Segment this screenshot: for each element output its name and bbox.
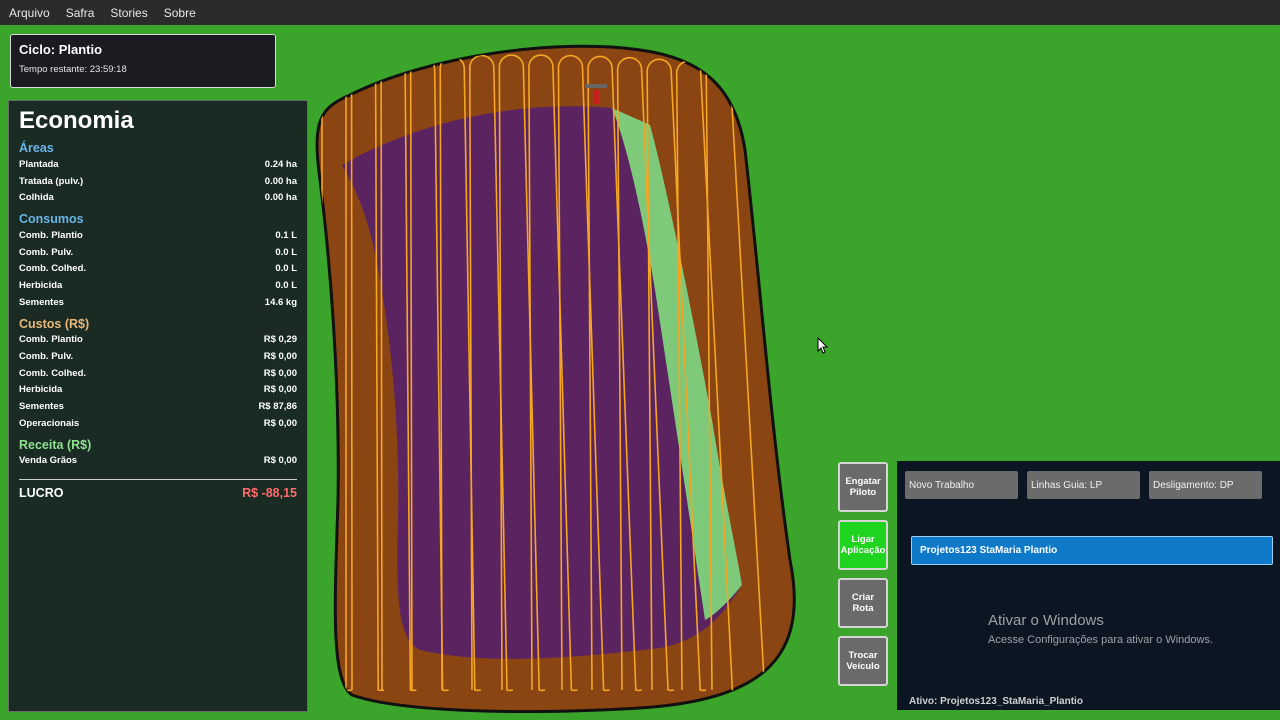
guide-lines-button[interactable]: Linhas Guia: LP (1027, 471, 1140, 499)
menu-safra[interactable]: Safra (66, 6, 95, 20)
menu-sobre[interactable]: Sobre (164, 6, 196, 20)
economy-row: Venda Grãos R$ 0,00 (19, 453, 297, 470)
row-label: Comb. Plantio (19, 229, 83, 241)
row-value: 0.1 L (275, 229, 297, 241)
divider (19, 479, 297, 481)
row-value: 0.0 L (275, 246, 297, 258)
row-label: Comb. Colhed. (19, 263, 87, 275)
row-label: Comb. Plantio (19, 334, 83, 346)
economy-row: Sementes 14.6 kg (19, 294, 297, 311)
economy-row: Herbicida R$ 0,00 (19, 382, 297, 399)
active-job-status: Ativo: Projetos123_StaMaria_Plantio (909, 696, 1083, 707)
row-label: Operacionais (19, 417, 80, 429)
engage-pilot-button[interactable]: Engatar Piloto (838, 462, 888, 512)
row-label: Comb. Pulv. (19, 246, 74, 258)
cycle-time-remaining: Tempo restante: 23:59:18 (19, 64, 127, 75)
economy-row: Comb. Plantio R$ 0,29 (19, 332, 297, 349)
economy-row: Tratada (pulv.) 0.00 ha (19, 173, 297, 190)
economy-row: Colhida 0.00 ha (19, 189, 297, 206)
create-route-button[interactable]: Criar Rota (838, 578, 888, 628)
row-value: R$ 0,00 (263, 384, 297, 396)
row-value: R$ 0,00 (263, 417, 297, 429)
custos-heading: Custos (R$) (19, 316, 90, 331)
row-value: 0.00 ha (264, 175, 297, 187)
row-value: R$ 0,00 (263, 351, 297, 363)
row-label: Colhida (19, 192, 54, 204)
economy-row: Comb. Pulv. R$ 0,00 (19, 348, 297, 365)
menu-stories[interactable]: Stories (110, 6, 147, 20)
cycle-title: Ciclo: Plantio (19, 42, 103, 57)
shutdown-button[interactable]: Desligamento: DP (1149, 471, 1262, 499)
economy-row: Operacionais R$ 0,00 (19, 415, 297, 432)
economy-row: Sementes R$ 87,86 (19, 398, 297, 415)
row-value: 0.0 L (275, 279, 297, 291)
row-label: Herbicida (19, 384, 63, 396)
consumos-heading: Consumos (19, 212, 84, 227)
row-label: Sementes (19, 401, 64, 413)
row-value: 0.00 ha (264, 192, 297, 204)
row-value: 0.24 ha (264, 158, 297, 170)
row-label: Herbicida (19, 279, 63, 291)
row-label: Comb. Colhed. (19, 367, 87, 379)
row-value: R$ 0,00 (263, 455, 297, 467)
cycle-panel: Ciclo: Plantio Tempo restante: 23:59:18 (10, 34, 276, 88)
profit-value: R$ -88,15 (242, 486, 297, 501)
economy-row: Comb. Colhed. 0.0 L (19, 260, 297, 277)
row-label: Sementes (19, 296, 64, 308)
watermark-subtitle: Acesse Configurações para ativar o Windo… (988, 634, 1213, 646)
row-label: Plantada (19, 158, 59, 170)
new-job-button[interactable]: Novo Trabalho (905, 471, 1018, 499)
cursor-icon (817, 336, 829, 354)
menu-bar: Arquivo Safra Stories Sobre (0, 0, 1280, 25)
economy-row: Plantada 0.24 ha (19, 156, 297, 173)
economy-row: Comb. Pulv. 0.0 L (19, 244, 297, 261)
areas-heading: Áreas (19, 141, 54, 155)
row-label: Tratada (pulv.) (19, 175, 84, 187)
profit-label: LUCRO (19, 486, 64, 501)
switch-vehicle-button[interactable]: Trocar Veículo (838, 636, 888, 686)
receita-heading: Receita (R$) (19, 437, 92, 452)
toggle-application-button[interactable]: Ligar Aplicação (838, 520, 888, 570)
menu-arquivo[interactable]: Arquivo (9, 6, 50, 20)
jobs-panel: Novo Trabalho Linhas Guia: LP Desligamen… (897, 461, 1280, 710)
row-label: Comb. Pulv. (19, 351, 74, 363)
row-value: R$ 87,86 (258, 401, 297, 413)
economy-row: Comb. Plantio 0.1 L (19, 227, 297, 244)
row-value: R$ 0,00 (263, 367, 297, 379)
economy-row: Herbicida 0.0 L (19, 277, 297, 294)
job-list-item[interactable]: Projetos123 StaMaria Plantio (911, 536, 1273, 565)
economy-panel: Economia Áreas Plantada 0.24 ha Tratada (… (8, 100, 308, 712)
watermark-title: Ativar o Windows (988, 612, 1104, 629)
row-label: Venda Grãos (19, 455, 78, 467)
economy-title: Economia (19, 107, 134, 134)
economy-row: Comb. Colhed. R$ 0,00 (19, 365, 297, 382)
row-value: R$ 0,29 (263, 334, 297, 346)
row-value: 0.0 L (275, 263, 297, 275)
row-value: 14.6 kg (264, 296, 297, 308)
profit-row: LUCRO R$ -88,15 (19, 486, 297, 500)
